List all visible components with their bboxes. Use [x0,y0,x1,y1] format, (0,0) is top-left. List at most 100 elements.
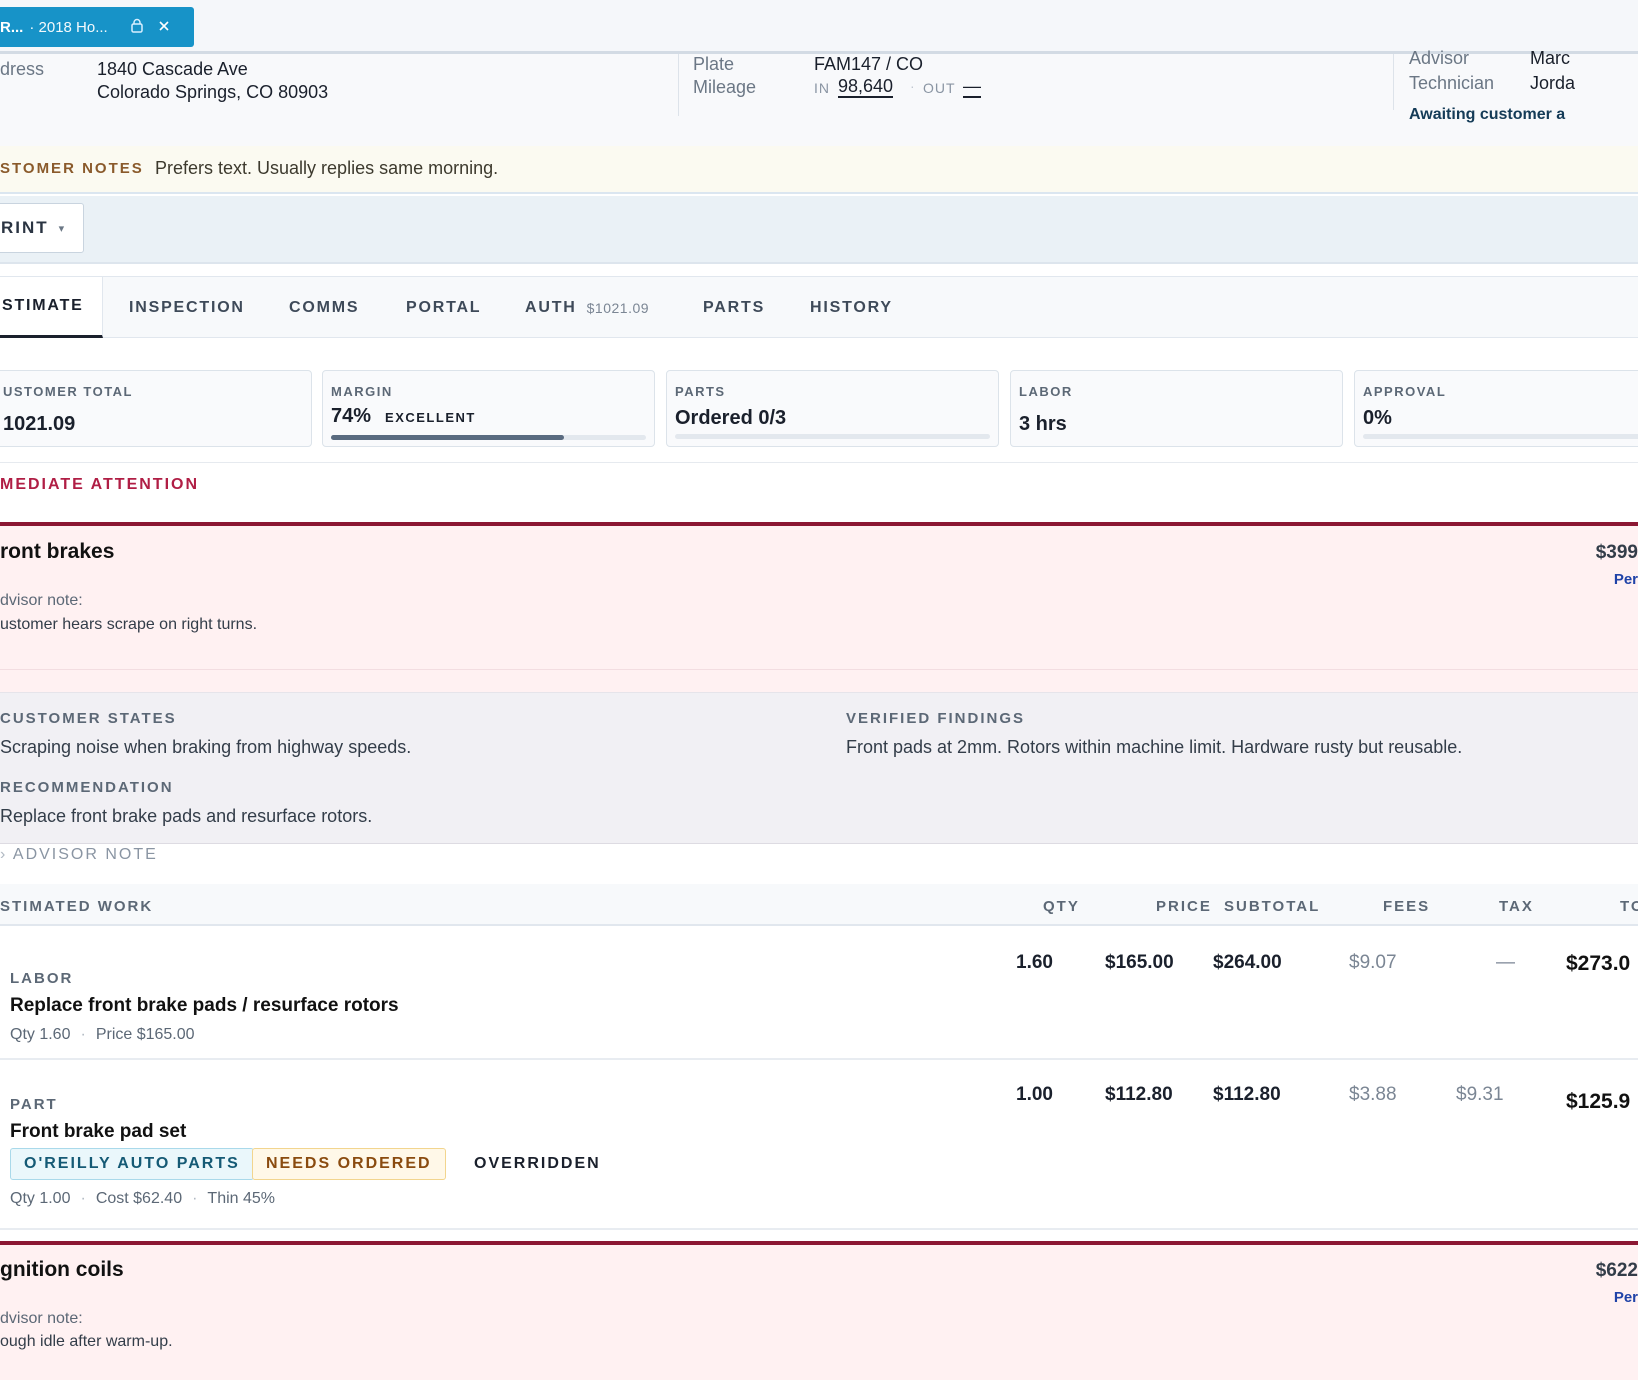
mileage-in-label: IN [814,80,830,96]
work-table-header: STIMATED WORK QTY PRICE SUBTOTAL FEES TA… [0,884,1638,926]
parts-value: Ordered 0/3 [675,407,787,429]
tab-estimate[interactable]: STIMATE [0,277,103,338]
status-text: Awaiting customer a [1409,106,1566,123]
plate-value: FAM147 / CO [814,54,924,74]
approval-label: APPROVAL [1363,384,1447,399]
margin-label: MARGIN [331,384,393,399]
address-line1: 1840 Cascade Ave [97,59,248,79]
chevron-down-icon: ▾ [58,222,67,235]
tab-parts[interactable]: PARTS [703,277,765,338]
table-row[interactable]: LABOR Replace front brake pads / resurfa… [0,928,1638,1060]
column-subtotal: SUBTOTAL [1224,898,1321,915]
advisor-note-toggle[interactable]: › ADVISOR NOTE [0,846,158,864]
mileage-label: Mileage [693,77,757,97]
advisor-label: Advisor [1409,48,1470,68]
margin-bar-fill [331,435,565,440]
tab-portal[interactable]: PORTAL [406,277,481,338]
close-icon[interactable] [158,19,170,35]
customer-states-label: CUSTOMER STATES [0,710,177,727]
line-tax: $9.31 [1456,1084,1504,1105]
margin-value: 74% [331,405,372,427]
line-meta: Qty 1.60 · Price $165.00 [10,1026,195,1043]
line-subtotal: $112.80 [1213,1084,1281,1105]
job-price: $622 [1595,1260,1638,1281]
customer-notes-label: STOMER NOTES [0,160,144,177]
advisor-note-label: dvisor note: [0,592,83,609]
tab-strip: R... · 2018 Ho... [0,0,1638,54]
address-label: dress [0,59,45,79]
advisor-note-text: ough idle after warm-up. [0,1333,173,1350]
customer-notes-banner: STOMER NOTES Prefers text. Usually repli… [0,146,1638,194]
job-title: ront brakes [0,540,115,563]
plate-label: Plate [693,54,735,74]
customer-states-text: Scraping noise when braking from highway… [0,737,412,757]
line-type: PART [10,1096,58,1113]
line-type: LABOR [10,970,74,987]
approval-bar [1363,434,1638,439]
labor-label: LABOR [1019,384,1073,399]
column-tax: TAX [1499,898,1534,915]
column-price: PRICE [1156,898,1212,915]
line-meta: Qty 1.00 · Cost $62.40 · Thin 45% [10,1190,276,1207]
chevron-right-icon: › [0,846,8,863]
job-link[interactable]: Per [1614,1289,1638,1306]
job-title: gnition coils [0,1258,124,1281]
line-price[interactable]: $165.00 [1105,952,1174,974]
labor-value: 3 hrs [1019,413,1067,435]
mileage-out-input[interactable]: — [963,76,981,98]
document-tab[interactable]: R... · 2018 Ho... [0,7,194,47]
line-qty[interactable]: 1.00 [1016,1084,1053,1106]
job-info-panel: dress 1840 Cascade Ave Colorado Springs,… [0,48,1638,146]
margin-rating-badge: EXCELLENT [385,410,476,425]
recommendation-text: Replace front brake pads and resurface r… [0,806,373,826]
table-row[interactable]: PART Front brake pad set O'REILLY AUTO P… [0,1062,1638,1230]
tab-auth[interactable]: AUTH $1021.09 [525,277,649,338]
parts-label: PARTS [675,384,726,399]
mileage-out-label: OUT [923,80,956,96]
labor-card: LABOR 3 hrs [1010,370,1343,447]
recommendation-label: RECOMMENDATION [0,779,174,796]
line-fees: $9.07 [1349,952,1397,973]
column-fees: FEES [1383,898,1431,915]
line-name: Replace front brake pads / resurface rot… [10,995,399,1016]
column-total: TO [1620,898,1638,915]
job-card-front-brakes[interactable]: ront brakes $399 Per dvisor note: ustome… [0,526,1638,670]
column-qty: QTY [1043,898,1080,915]
line-qty[interactable]: 1.60 [1016,952,1053,974]
parts-bar [675,434,990,439]
vendor-badge[interactable]: O'REILLY AUTO PARTS [10,1148,254,1180]
findings-panel: CUSTOMER STATES Scraping noise when brak… [0,692,1638,844]
job-price: $399 [1595,542,1638,563]
job-link[interactable]: Per [1614,571,1638,588]
advisor-note-text: ustomer hears scrape on right turns. [0,616,258,633]
print-button[interactable]: RINT ▾ [0,203,84,253]
column-work: STIMATED WORK [0,898,154,915]
margin-bar [331,435,646,440]
tab-history[interactable]: HISTORY [810,277,893,338]
technician-value[interactable]: Jorda [1530,73,1575,94]
approval-card: APPROVAL 0% [1354,370,1638,447]
line-price[interactable]: $112.80 [1105,1084,1173,1106]
job-card-ignition-coils[interactable]: gnition coils $622 Per dvisor note: ough… [0,1245,1638,1380]
auth-amount: $1021.09 [586,299,650,316]
action-bar: RINT ▾ [0,196,1638,264]
advisor-value[interactable]: Marc [1530,48,1570,69]
status-badge[interactable]: NEEDS ORDERED [252,1148,446,1180]
line-total: $125.9 [1566,1090,1631,1113]
attention-section [0,462,1638,522]
line-subtotal: $264.00 [1213,952,1282,973]
customer-total-label: USTOMER TOTAL [3,384,133,399]
line-fees: $3.88 [1349,1084,1397,1105]
document-tab-subtitle: · 2018 Ho... [29,18,108,36]
approval-value: 0% [1363,407,1392,429]
tab-inspection[interactable]: INSPECTION [129,277,245,338]
verified-findings-label: VERIFIED FINDINGS [846,710,1026,727]
mileage-in-input[interactable]: 98,640 [838,76,894,98]
lock-icon[interactable] [130,18,144,36]
line-name: Front brake pad set [10,1121,187,1142]
parts-card: PARTS Ordered 0/3 [666,370,999,447]
attention-heading: MEDIATE ATTENTION [0,476,200,493]
customer-notes-text: Prefers text. Usually replies same morni… [155,158,499,178]
tab-comms[interactable]: COMMS [289,277,359,338]
verified-findings-text: Front pads at 2mm. Rotors within machine… [846,737,1463,757]
